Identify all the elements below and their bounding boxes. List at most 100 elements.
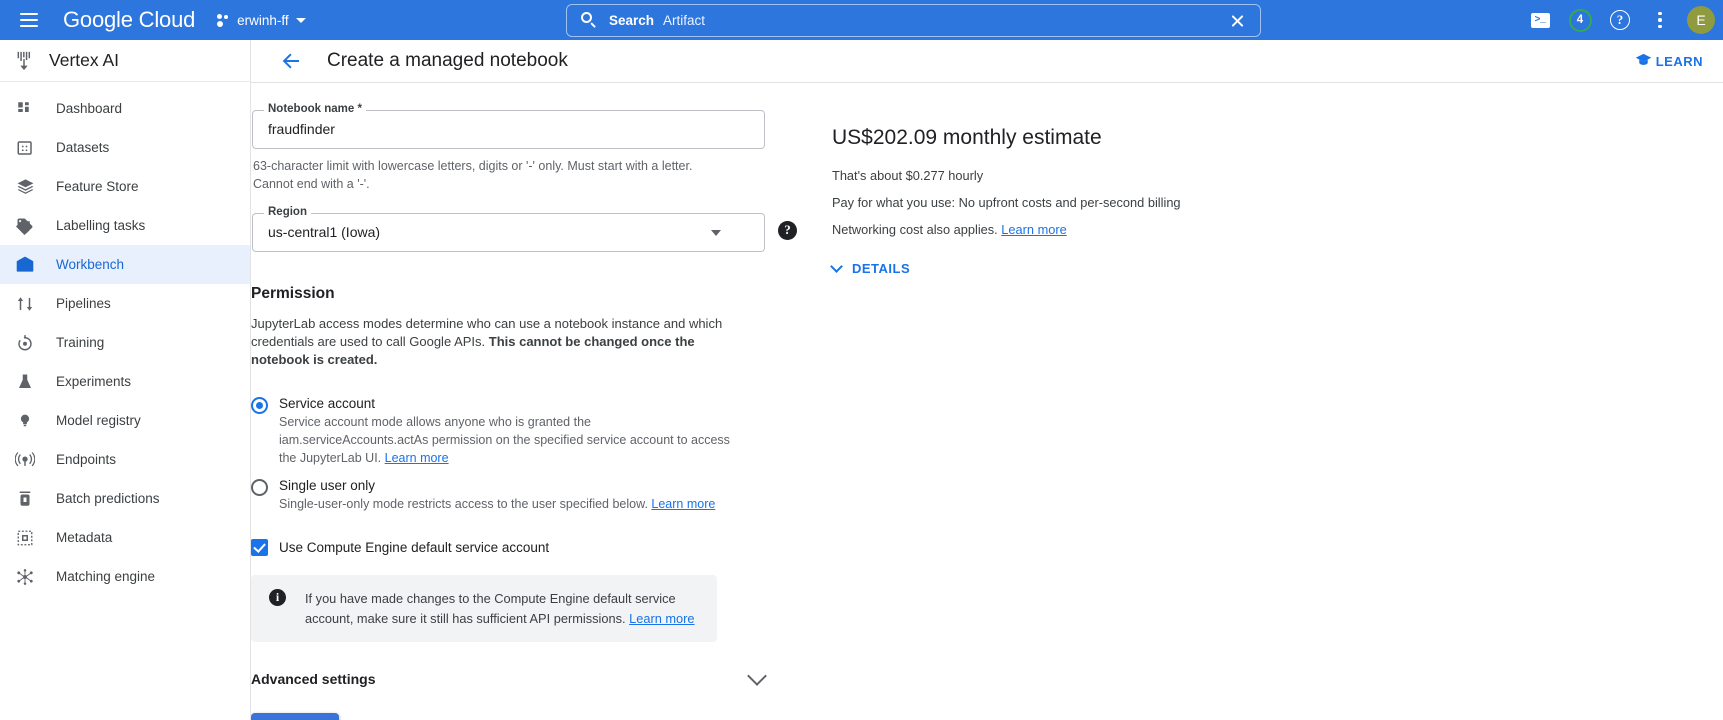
back-arrow-icon[interactable] — [279, 49, 303, 73]
help-icon: ? — [1610, 10, 1630, 30]
radio-description: Service account mode allows anyone who i… — [279, 413, 731, 467]
sidebar-item-label: Model registry — [56, 413, 141, 428]
radio-option-service-account[interactable]: Service account Service account mode all… — [251, 396, 781, 467]
create-button[interactable]: CREATE — [251, 713, 339, 720]
google-cloud-logo[interactable]: Google Cloud — [63, 7, 195, 33]
region-help-icon[interactable]: ? — [778, 221, 797, 240]
radio-button[interactable] — [251, 397, 268, 414]
sidebar-item-label: Experiments — [56, 374, 131, 389]
estimate-networking: Networking cost also applies. Learn more — [832, 222, 1352, 237]
info-text: If you have made changes to the Compute … — [305, 591, 676, 625]
graduation-cap-icon — [1635, 51, 1652, 71]
estimate-hourly: That's about $0.277 hourly — [832, 168, 1352, 183]
pipelines-icon — [14, 293, 36, 315]
details-toggle[interactable]: DETAILS — [832, 261, 1352, 276]
sidebar-item-label: Feature Store — [56, 179, 139, 194]
notification-badge: 4 — [1569, 9, 1592, 32]
search-input[interactable]: Artifact — [663, 13, 705, 28]
notebook-name-input[interactable]: fraudfinder — [268, 121, 335, 137]
sidebar-item-label: Batch predictions — [56, 491, 160, 506]
sidebar-item-batch-predictions[interactable]: Batch predictions — [0, 479, 250, 518]
sidebar-item-dashboard[interactable]: Dashboard — [0, 89, 250, 128]
sidebar-item-datasets[interactable]: Datasets — [0, 128, 250, 167]
form-actions: CREATE CANCEL — [251, 713, 781, 720]
sidebar-item-label: Metadata — [56, 530, 112, 545]
estimate-title: US$202.09 monthly estimate — [832, 126, 1352, 150]
sidebar-item-training[interactable]: Training — [0, 323, 250, 362]
region-label: Region — [264, 206, 311, 218]
sidebar-item-matching-engine[interactable]: Matching engine — [0, 557, 250, 596]
top-app-bar: Google Cloud erwinh-ff Search Artifact >… — [0, 0, 1723, 40]
batch-predictions-icon — [14, 488, 36, 510]
sidebar-item-feature-store[interactable]: Feature Store — [0, 167, 250, 206]
datasets-icon — [14, 137, 36, 159]
region-select[interactable]: Region us-central1 (Iowa) — [252, 213, 765, 252]
learn-more-link[interactable]: Learn more — [629, 611, 694, 626]
workbench-icon — [14, 254, 36, 276]
sidebar-item-model-registry[interactable]: Model registry — [0, 401, 250, 440]
checkbox-label: Use Compute Engine default service accou… — [279, 540, 549, 555]
project-selector[interactable]: erwinh-ff — [217, 0, 306, 40]
chevron-down-icon — [830, 260, 843, 273]
more-options-button[interactable] — [1642, 2, 1678, 38]
search-label: Search — [609, 13, 654, 28]
close-icon[interactable] — [1227, 11, 1247, 31]
learn-more-link[interactable]: Learn more — [651, 497, 715, 511]
learn-label: LEARN — [1656, 54, 1703, 69]
sidebar-item-label: Pipelines — [56, 296, 111, 311]
radio-option-single-user[interactable]: Single user only Single-user-only mode r… — [251, 478, 781, 513]
chevron-down-icon — [747, 666, 767, 686]
terminal-icon: >_ — [1531, 13, 1550, 28]
radio-label: Service account — [279, 396, 731, 411]
search-bar[interactable]: Search Artifact — [566, 4, 1261, 37]
sidebar-item-metadata[interactable]: Metadata — [0, 518, 250, 557]
cancel-button[interactable]: CANCEL — [354, 713, 432, 720]
default-service-account-checkbox-row[interactable]: Use Compute Engine default service accou… — [251, 539, 781, 556]
label-icon — [14, 215, 36, 237]
left-sidebar: Vertex AI Dashboard Datasets — [0, 40, 251, 720]
estimate-networking-text: Networking cost also applies. — [832, 222, 1001, 237]
project-dots-icon — [217, 14, 230, 27]
radio-button[interactable] — [251, 479, 268, 496]
notifications-button[interactable]: 4 — [1562, 2, 1598, 38]
page-title: Create a managed notebook — [327, 50, 568, 72]
advanced-settings-label: Advanced settings — [251, 671, 375, 687]
sidebar-item-label: Dashboard — [56, 101, 122, 116]
region-value: us-central1 (Iowa) — [268, 224, 380, 240]
avatar[interactable]: E — [1687, 6, 1715, 34]
endpoints-icon — [14, 449, 36, 471]
radio-label: Single user only — [279, 478, 731, 493]
hamburger-icon[interactable] — [9, 0, 49, 40]
sidebar-item-labelling-tasks[interactable]: Labelling tasks — [0, 206, 250, 245]
top-bar-actions: >_ 4 ? E — [1522, 0, 1715, 40]
learn-more-link[interactable]: Learn more — [1001, 222, 1066, 237]
notebook-name-hint: 63-character limit with lowercase letter… — [253, 158, 723, 194]
permission-description: JupyterLab access modes determine who ca… — [251, 315, 751, 370]
sidebar-item-label: Workbench — [56, 257, 124, 272]
radio-description-text: Single-user-only mode restricts access t… — [279, 497, 651, 511]
vertex-ai-icon — [13, 50, 35, 72]
learn-button[interactable]: LEARN — [1635, 51, 1703, 71]
estimate-pay-as-you-go: Pay for what you use: No upfront costs a… — [832, 195, 1352, 210]
learn-more-link[interactable]: Learn more — [385, 451, 449, 465]
notebook-name-label: Notebook name * — [264, 103, 366, 115]
cost-estimate-panel: US$202.09 monthly estimate That's about … — [832, 126, 1352, 276]
notebook-name-field[interactable]: Notebook name * fraudfinder — [252, 110, 765, 149]
help-button[interactable]: ? — [1602, 2, 1638, 38]
notebook-form: Notebook name * fraudfinder 63-character… — [251, 83, 781, 720]
more-vert-icon — [1658, 12, 1662, 29]
sidebar-item-pipelines[interactable]: Pipelines — [0, 284, 250, 323]
sidebar-item-endpoints[interactable]: Endpoints — [0, 440, 250, 479]
chevron-down-icon[interactable] — [711, 230, 721, 236]
advanced-settings-toggle[interactable]: Advanced settings — [251, 671, 764, 687]
sidebar-item-workbench[interactable]: Workbench — [0, 245, 250, 284]
content-header: Create a managed notebook LEARN — [251, 40, 1723, 83]
metadata-icon — [14, 527, 36, 549]
info-banner: i If you have made changes to the Comput… — [251, 575, 717, 641]
cloud-shell-button[interactable]: >_ — [1522, 2, 1558, 38]
checkbox[interactable] — [251, 539, 268, 556]
sidebar-item-experiments[interactable]: Experiments — [0, 362, 250, 401]
chevron-down-icon — [296, 18, 306, 23]
radio-description: Single-user-only mode restricts access t… — [279, 495, 731, 513]
sidebar-item-label: Endpoints — [56, 452, 116, 467]
